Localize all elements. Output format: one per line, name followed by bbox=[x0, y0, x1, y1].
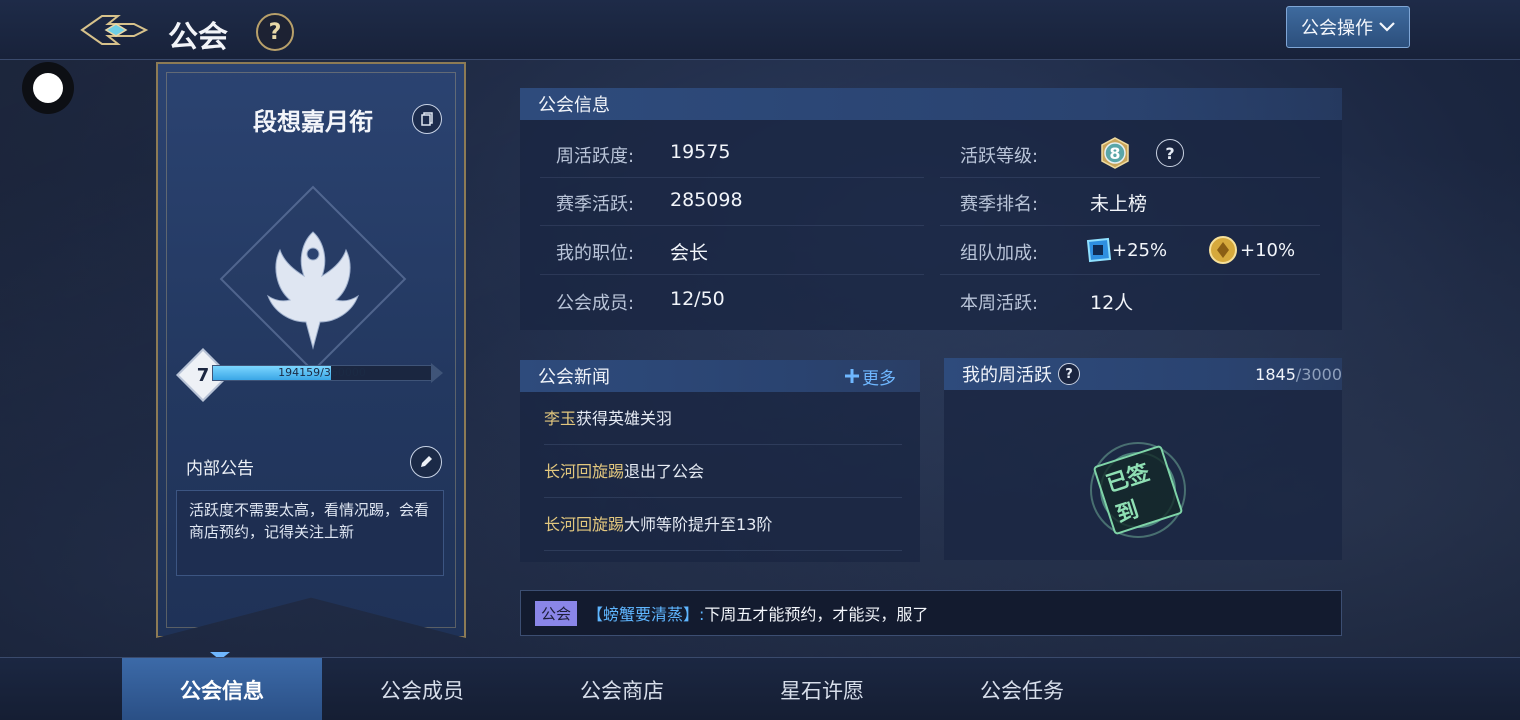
tab-star-wish[interactable]: 星石许愿 bbox=[722, 658, 922, 720]
weekly-title: 我的周活跃 bbox=[962, 365, 1052, 386]
xp-bar-arrow bbox=[431, 363, 443, 383]
info-row: 活跃等级: 8 ? bbox=[940, 128, 1320, 178]
assist-dot-icon bbox=[33, 73, 63, 103]
tab-guild-tasks[interactable]: 公会任务 bbox=[922, 658, 1122, 720]
xp-text: 194159/360000 bbox=[278, 366, 366, 379]
info-value: 19575 bbox=[670, 141, 731, 163]
info-label: 赛季排名: bbox=[960, 194, 1039, 215]
top-bar: 公会 ? 公会操作 bbox=[0, 0, 1520, 60]
info-label: 公会成员: bbox=[556, 293, 635, 314]
news-actor: 长河回旋踢 bbox=[544, 462, 625, 481]
guild-banner: 段想嘉月衔 7 194159/360000 内部公告 活跃度不需要太高，看情况踢… bbox=[156, 62, 466, 638]
info-row: 赛季活跃: 285098 bbox=[540, 176, 924, 226]
tab-guild-members[interactable]: 公会成员 bbox=[322, 658, 522, 720]
guild-ops-label: 公会操作 bbox=[1301, 18, 1373, 39]
guild-info-header: 公会信息 bbox=[520, 88, 1342, 120]
news-text: 退出了公会 bbox=[624, 462, 705, 481]
info-row: 赛季排名: 未上榜 bbox=[940, 176, 1320, 226]
chat-sender: 【螃蟹要清蒸】: bbox=[587, 605, 705, 624]
info-label: 活跃等级: bbox=[960, 146, 1039, 167]
guild-chat-bar[interactable]: 公会 【螃蟹要清蒸】: 下周五才能预约，才能买，服了 bbox=[520, 590, 1342, 636]
info-label: 我的职位: bbox=[556, 243, 635, 264]
info-label: 本周活跃: bbox=[960, 293, 1039, 314]
info-row: 公会成员: 12/50 bbox=[540, 275, 924, 325]
news-title: 公会新闻 bbox=[538, 367, 610, 388]
info-label: 组队加成: bbox=[960, 243, 1039, 264]
weekly-total: /3000 bbox=[1295, 364, 1342, 384]
team-bonus-1: +25% bbox=[1112, 240, 1168, 261]
info-value: 12人 bbox=[1090, 292, 1134, 314]
signed-in-stamp: 已签到 bbox=[1090, 442, 1186, 538]
floating-assist-button[interactable] bbox=[22, 62, 74, 114]
help-icon[interactable]: ? bbox=[256, 13, 294, 51]
news-item: 长河回旋踢大师等阶提升至13阶 bbox=[544, 498, 902, 551]
copy-icon[interactable] bbox=[412, 104, 442, 134]
news-more-label: 更多 bbox=[862, 368, 896, 389]
tab-label: 公会商店 bbox=[580, 678, 664, 703]
news-text: 获得英雄关羽 bbox=[576, 409, 673, 428]
tab-label: 公会任务 bbox=[980, 678, 1064, 703]
guild-info-title: 公会信息 bbox=[538, 95, 610, 116]
info-row: 组队加成: +25% +10% bbox=[940, 225, 1320, 275]
team-ticket-icon bbox=[1082, 235, 1114, 265]
news-item: 李玉获得英雄关羽 bbox=[544, 392, 902, 445]
weekly-panel: 已签到 bbox=[944, 390, 1342, 560]
info-value: 会长 bbox=[670, 242, 709, 264]
tab-label: 公会成员 bbox=[380, 678, 464, 703]
info-value: 未上榜 bbox=[1090, 193, 1148, 215]
stamp-ring: 已签到 bbox=[1092, 444, 1184, 536]
weekly-header: 我的周活跃 ? 1845/3000 bbox=[944, 358, 1342, 390]
activity-help-icon[interactable]: ? bbox=[1156, 139, 1184, 167]
news-more-link[interactable]: 更多 bbox=[844, 362, 896, 390]
tab-label: 公会信息 bbox=[180, 678, 264, 703]
notice-text: 活跃度不需要太高，看情况踢，会看商店预约，记得关注上新 bbox=[176, 490, 444, 576]
edit-icon[interactable] bbox=[410, 446, 442, 478]
coin-icon bbox=[1208, 235, 1238, 265]
info-value: 285098 bbox=[670, 189, 743, 211]
weekly-help-icon[interactable]: ? bbox=[1058, 363, 1080, 385]
news-actor: 长河回旋踢 bbox=[544, 515, 625, 534]
chat-message: 下周五才能预约，才能买，服了 bbox=[704, 605, 929, 624]
info-row: 我的职位: 会长 bbox=[540, 225, 924, 275]
weekly-progress: 1845/3000 bbox=[1255, 365, 1342, 384]
info-row: 本周活跃: 12人 bbox=[940, 275, 1320, 325]
tab-label: 星石许愿 bbox=[780, 678, 864, 703]
guild-ops-button[interactable]: 公会操作 bbox=[1286, 6, 1410, 48]
guild-info-panel: 周活跃度: 19575 赛季活跃: 285098 我的职位: 会长 公会成员: … bbox=[520, 120, 1342, 330]
news-actor: 李玉 bbox=[544, 409, 577, 428]
info-label: 周活跃度: bbox=[556, 146, 635, 167]
plus-icon bbox=[845, 369, 859, 383]
info-label: 赛季活跃: bbox=[556, 194, 635, 215]
activity-level-value: 8 bbox=[1109, 143, 1121, 163]
news-text: 大师等阶提升至13阶 bbox=[624, 515, 773, 534]
weekly-current: 1845 bbox=[1255, 364, 1296, 384]
notice-title: 内部公告 bbox=[186, 459, 254, 479]
news-panel: 李玉获得英雄关羽 长河回旋踢退出了公会 长河回旋踢大师等阶提升至13阶 bbox=[520, 392, 920, 562]
news-item: 长河回旋踢退出了公会 bbox=[544, 445, 902, 498]
tab-guild-shop[interactable]: 公会商店 bbox=[522, 658, 722, 720]
back-icon[interactable] bbox=[78, 10, 150, 50]
info-row: 周活跃度: 19575 bbox=[540, 128, 924, 178]
team-bonus-2: +10% bbox=[1240, 240, 1296, 261]
tab-guild-info[interactable]: 公会信息 bbox=[122, 658, 322, 720]
signed-in-label: 已签到 bbox=[1092, 444, 1184, 536]
chat-channel-tag: 公会 bbox=[535, 600, 578, 626]
bottom-tab-bar: 公会信息 公会成员 公会商店 星石许愿 公会任务 bbox=[0, 657, 1520, 720]
chevron-down-icon bbox=[1379, 22, 1395, 32]
info-value: 12/50 bbox=[670, 288, 725, 310]
page-title: 公会 bbox=[168, 20, 228, 55]
guild-emblem-icon bbox=[206, 172, 420, 386]
